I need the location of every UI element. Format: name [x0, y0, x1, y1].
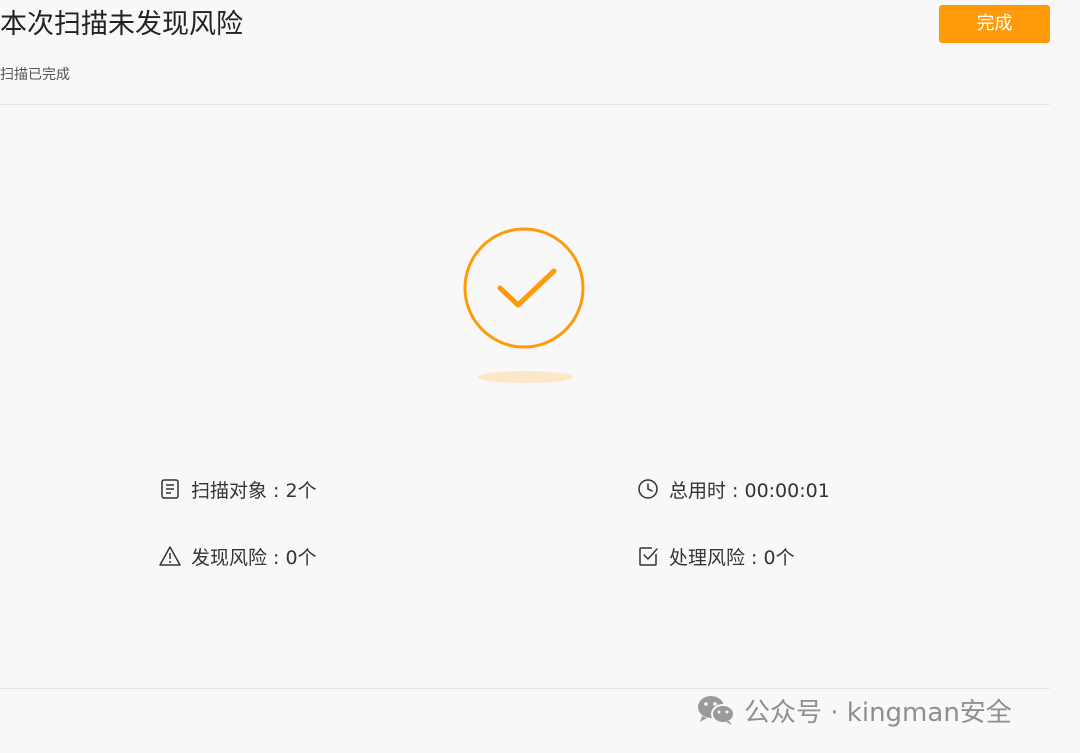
footer-divider: [0, 688, 1050, 689]
check-square-icon: [637, 545, 659, 567]
stat-handled-risks: 处理风险 : 0个: [637, 543, 795, 569]
stat-scan-objects: 扫描对象 : 2个: [159, 476, 317, 502]
stat-scan-objects-text: 扫描对象 : 2个: [191, 479, 317, 502]
document-icon: [159, 478, 181, 500]
stat-found-risks: 发现风险 : 0个: [159, 543, 317, 569]
scan-result-page: 本次扫描未发现风险 扫描已完成 完成 扫描对象 : 2个 总用时 : 00:00…: [0, 0, 1080, 753]
watermark: 公众号 · kingman安全: [696, 692, 1012, 728]
wechat-icon: [696, 693, 736, 727]
icon-shadow: [477, 371, 573, 383]
warning-icon: [159, 545, 181, 567]
page-subtitle: 扫描已完成: [0, 67, 70, 83]
stat-total-time-text: 总用时 : 00:00:01: [669, 479, 830, 502]
done-button[interactable]: 完成: [939, 5, 1050, 43]
page-title: 本次扫描未发现风险: [0, 9, 243, 40]
stat-found-risks-text: 发现风险 : 0个: [191, 546, 317, 569]
checkmark-circle-icon: [463, 227, 585, 349]
header-divider: [0, 104, 1050, 105]
stat-total-time: 总用时 : 00:00:01: [637, 476, 830, 502]
stat-handled-risks-text: 处理风险 : 0个: [669, 546, 795, 569]
clock-icon: [637, 478, 659, 500]
watermark-text: 公众号 · kingman安全: [744, 697, 1012, 728]
